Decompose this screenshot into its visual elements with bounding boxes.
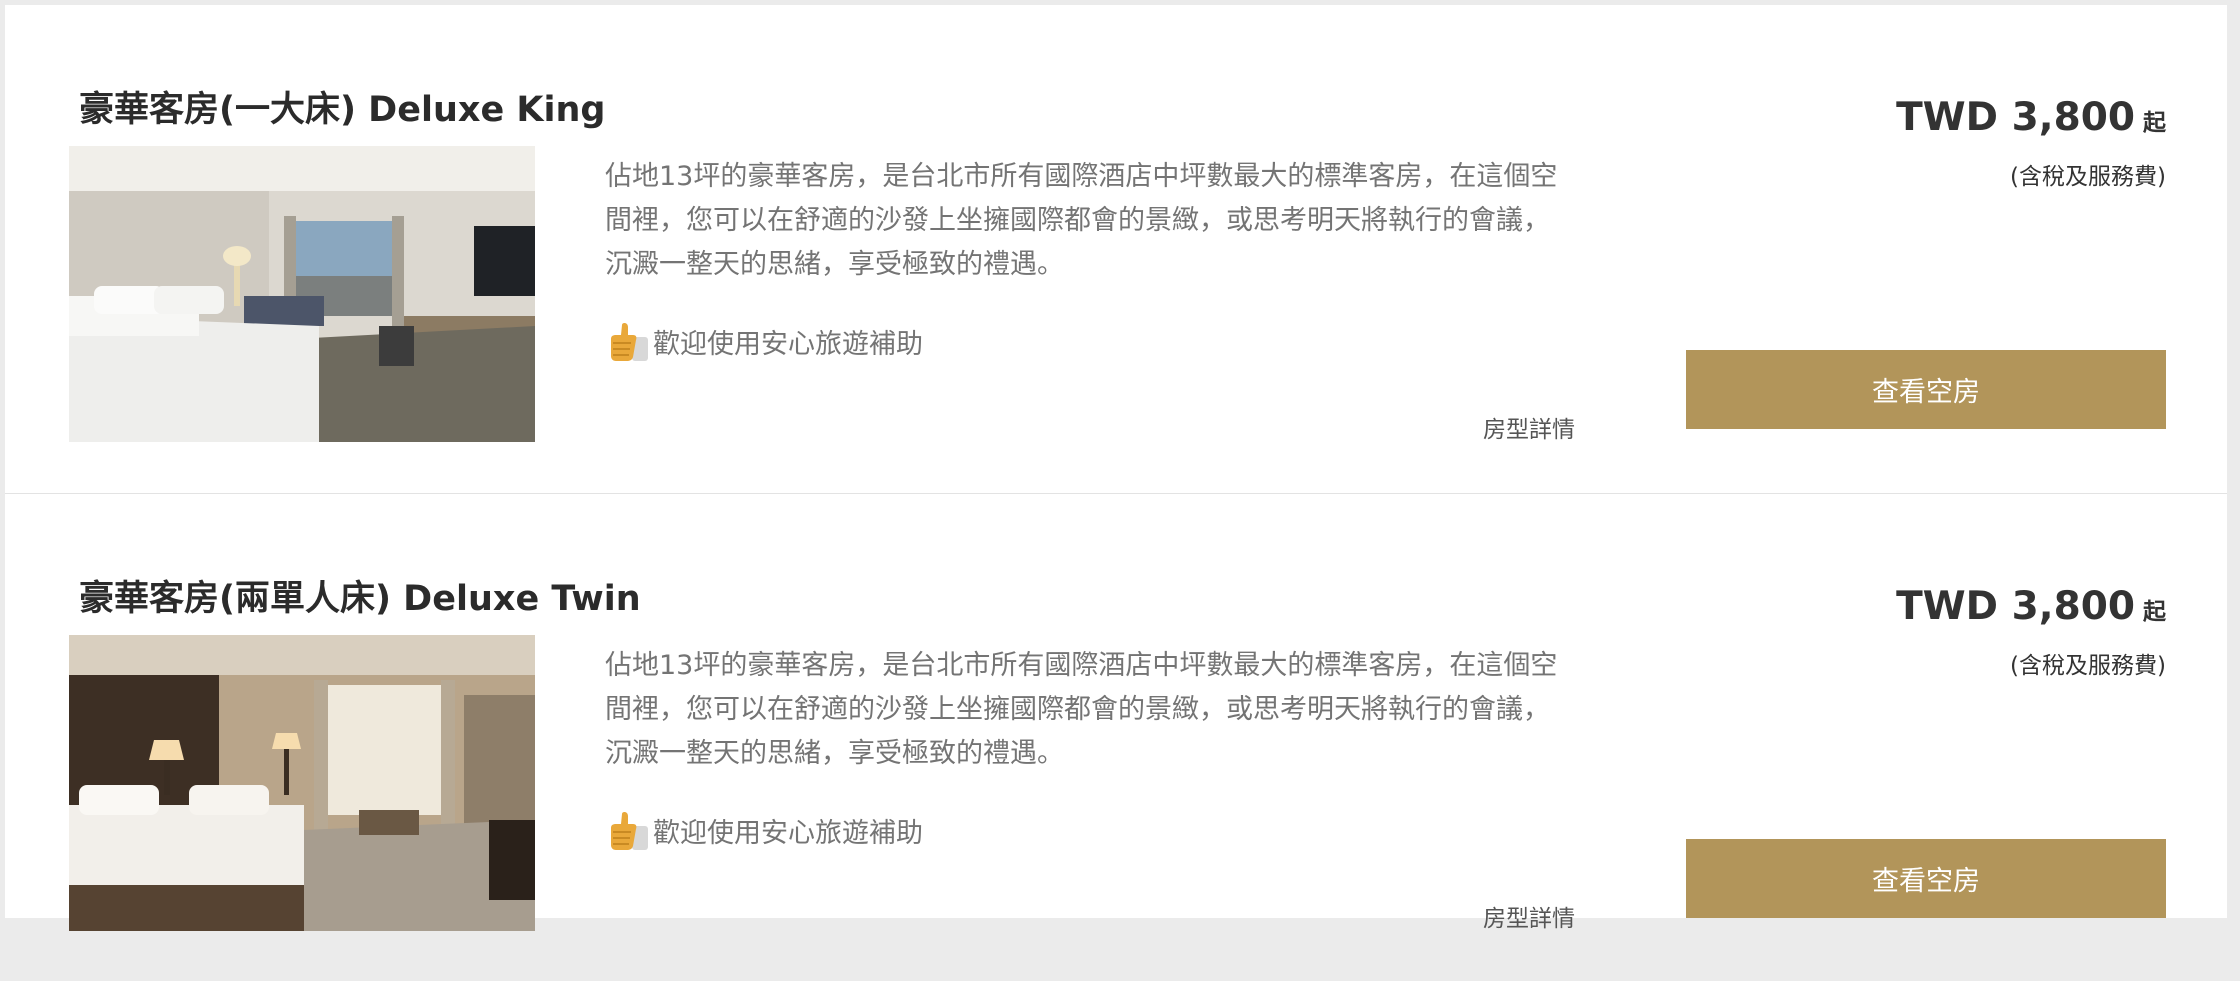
promo-line: 歡迎使用安心旅遊補助 xyxy=(605,806,923,854)
room-list: 豪華客房(一大床) Deluxe King 佔地13坪的豪華客房，是台北市所有國… xyxy=(5,5,2227,932)
price-note: (含稅及服務費) xyxy=(2010,653,2166,679)
price-suffix: 起 xyxy=(2143,110,2166,136)
room-card: 豪華客房(一大床) Deluxe King 佔地13坪的豪華客房，是台北市所有國… xyxy=(5,5,2227,492)
check-availability-button[interactable]: 查看空房 xyxy=(1686,839,2166,918)
room-details-link[interactable]: 房型詳情 xyxy=(1483,899,1575,933)
price-suffix: 起 xyxy=(2143,599,2166,625)
promo-text: 歡迎使用安心旅遊補助 xyxy=(653,328,923,360)
room-title: 豪華客房(兩單人床) Deluxe Twin xyxy=(79,579,641,619)
price-amount: TWD 3,800 xyxy=(1896,584,2135,629)
room-description: 佔地13坪的豪華客房，是台北市所有國際酒店中坪數最大的標準客房，在這個空間裡，您… xyxy=(605,161,1558,280)
promo-line: 歡迎使用安心旅遊補助 xyxy=(605,317,923,365)
room-photo[interactable] xyxy=(69,635,535,931)
room-photo[interactable] xyxy=(69,146,535,442)
promo-text: 歡迎使用安心旅遊補助 xyxy=(653,817,923,849)
room-title: 豪華客房(一大床) Deluxe King xyxy=(79,90,606,130)
room-details-link[interactable]: 房型詳情 xyxy=(1483,410,1575,444)
thumbs-up-icon xyxy=(611,322,648,361)
price: TWD 3,800 起 xyxy=(1896,584,2166,629)
thumbs-up-icon xyxy=(611,811,648,850)
check-availability-button[interactable]: 查看空房 xyxy=(1686,350,2166,429)
price-amount: TWD 3,800 xyxy=(1896,95,2135,140)
room-card: 豪華客房(兩單人床) Deluxe Twin 佔地13坪的豪華客房，是台北市所有… xyxy=(5,493,2227,981)
price: TWD 3,800 起 xyxy=(1896,95,2166,140)
room-description: 佔地13坪的豪華客房，是台北市所有國際酒店中坪數最大的標準客房，在這個空間裡，您… xyxy=(605,650,1558,769)
price-note: (含稅及服務費) xyxy=(2010,164,2166,190)
